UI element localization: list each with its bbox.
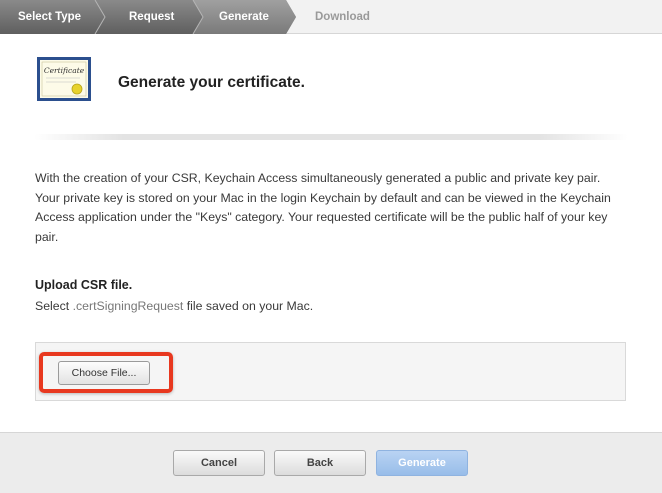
step-download: Download	[315, 11, 370, 23]
back-button[interactable]: Back	[274, 450, 366, 476]
generate-button[interactable]: Generate	[376, 450, 468, 476]
step-select-type: Select Type	[18, 11, 82, 23]
upload-instructions: Select .certSigningRequest file saved on…	[35, 299, 313, 313]
upload-title: Upload CSR file.	[35, 278, 133, 292]
step-generate: Generate	[219, 11, 269, 23]
progress-steps: Select Type Request Generate Download	[0, 0, 662, 34]
step-request: Request	[129, 11, 175, 23]
upload-sub-prefix: Select	[35, 299, 73, 313]
file-extension: .certSigningRequest	[72, 299, 184, 313]
upload-sub-suffix: file saved on your Mac.	[183, 299, 314, 313]
certificate-icon: Certificate	[37, 57, 91, 101]
choose-file-button[interactable]: Choose File...	[58, 361, 150, 385]
page-title: Generate your certificate.	[118, 74, 305, 91]
description-text: With the creation of your CSR, Keychain …	[35, 171, 611, 244]
certificate-icon-text: Certificate	[44, 66, 85, 75]
divider	[34, 134, 628, 140]
cancel-button[interactable]: Cancel	[173, 450, 265, 476]
